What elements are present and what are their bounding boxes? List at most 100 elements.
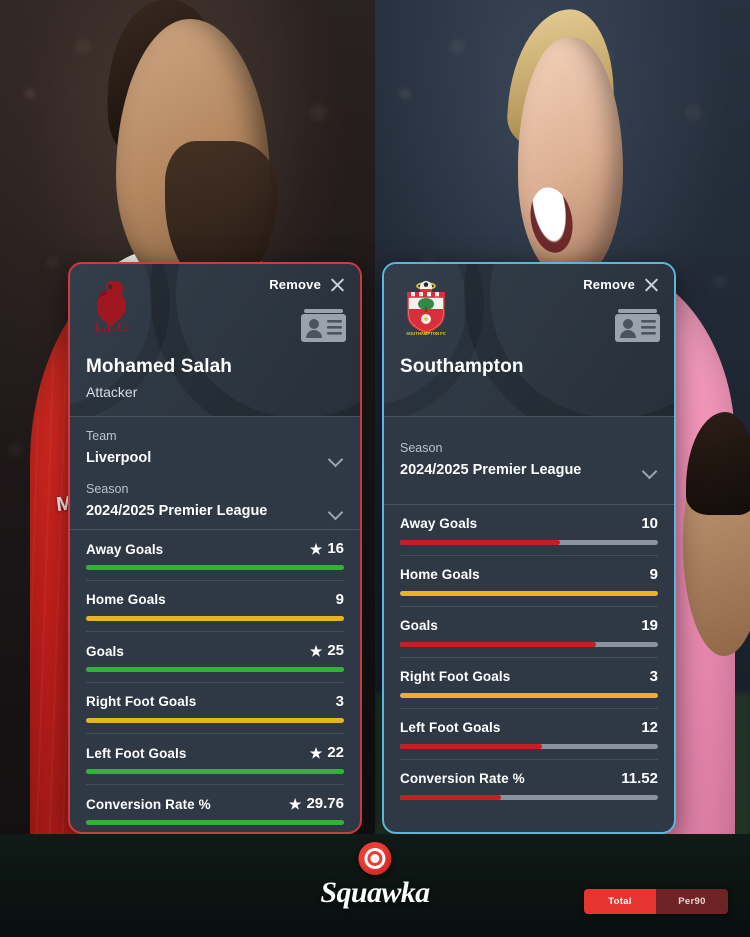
stat-bar-fill (400, 744, 542, 749)
stat-bar-track (86, 616, 344, 621)
stat-value-group: 11.52 (621, 770, 658, 787)
stat-row-header: Left Foot Goals ★ 22 (86, 744, 344, 761)
stat-bar-fill (400, 540, 560, 545)
stat-label: Goals (86, 643, 125, 659)
stat-value-group: 10 (641, 515, 658, 532)
stat-value: 3 (335, 693, 344, 710)
stat-bar-track (400, 795, 658, 800)
id-card-icon[interactable] (615, 308, 660, 342)
select-season[interactable]: Season 2024/2025 Premier League (384, 419, 674, 500)
stat-bar-track (86, 565, 344, 570)
stat-bar-fill (86, 718, 344, 723)
select-team[interactable]: Team Liverpool (70, 419, 360, 472)
stat-label: Conversion Rate % (400, 771, 525, 786)
select-team-label: Team (86, 429, 117, 443)
star-icon: ★ (288, 795, 302, 812)
select-season-label: Season (86, 482, 129, 496)
stat-row: Home Goals 9 (70, 581, 360, 632)
stats-list-left: Away Goals ★ 16 Home Goals 9 Goals ★ 25 Right Fo… (70, 530, 360, 831)
stat-row: Conversion Rate % 11.52 (384, 760, 674, 800)
stat-label: Left Foot Goals (400, 720, 501, 735)
stat-row-header: Conversion Rate % 11.52 (400, 770, 658, 787)
stat-mode-toggle[interactable]: Total Per90 (584, 889, 728, 914)
stat-label: Right Foot Goals (86, 694, 197, 709)
stat-value-group: 3 (336, 693, 344, 710)
stat-label: Home Goals (86, 592, 166, 607)
liverpool-crest: L.F.C. (95, 281, 130, 334)
close-icon[interactable] (643, 276, 660, 293)
stat-bar-fill (400, 693, 658, 698)
remove-control-right[interactable]: Remove (583, 276, 660, 293)
stat-row-header: Conversion Rate % ★ 29.76 (86, 795, 344, 812)
brand-name: Squawka (320, 876, 430, 909)
id-card-icon[interactable] (301, 308, 346, 342)
stat-row-header: Left Foot Goals 12 (400, 719, 658, 736)
stat-row-header: Right Foot Goals 3 (86, 693, 344, 710)
stat-value: 12 (641, 719, 658, 736)
footer: Squawka Total Per90 (0, 834, 750, 937)
crest-text: L.F.C. (95, 319, 130, 334)
select-season-value: 2024/2025 Premier League (400, 462, 582, 478)
stat-bar-track (400, 744, 658, 749)
toggle-option-total[interactable]: Total (584, 889, 656, 914)
chevron-down-icon[interactable] (329, 505, 342, 518)
stat-label: Conversion Rate % (86, 796, 211, 812)
star-icon: ★ (309, 540, 323, 557)
card-title-left: Mohamed Salah (86, 356, 232, 377)
stat-row: Away Goals ★ 16 (70, 530, 360, 581)
stat-row-header: Home Goals 9 (400, 566, 658, 583)
stat-row-header: Away Goals 10 (400, 515, 658, 532)
toggle-option-per90[interactable]: Per90 (656, 889, 728, 914)
stat-value: 3 (649, 668, 658, 685)
stat-bar-track (400, 591, 658, 596)
selectors-left: Team Liverpool Season 2024/2025 Premier … (70, 417, 360, 529)
stat-value: 19 (641, 617, 658, 634)
stat-bar-fill (400, 591, 658, 596)
comparison-card-right: Remove SOUTHAMPTON FC Southampton Season… (382, 262, 676, 834)
stat-bar-track (400, 540, 658, 545)
stat-label: Away Goals (86, 541, 164, 557)
stat-value: 25 (327, 642, 344, 659)
stat-value: 11.52 (621, 770, 658, 787)
remove-control-left[interactable]: Remove (269, 276, 346, 293)
stat-value: 9 (649, 566, 658, 583)
stat-label: Right Foot Goals (400, 669, 511, 684)
stat-row: Goals ★ 25 (70, 632, 360, 683)
stat-bar-fill (86, 667, 344, 672)
selectors-right: Season 2024/2025 Premier League (384, 417, 674, 504)
stat-value-group: 12 (641, 719, 658, 736)
stat-bar-track (86, 820, 344, 825)
stat-label: Left Foot Goals (86, 745, 187, 761)
stat-label: Home Goals (400, 567, 480, 582)
chevron-down-icon[interactable] (329, 452, 342, 465)
chevron-down-icon[interactable] (643, 464, 656, 477)
select-season-label: Season (400, 441, 443, 455)
stat-bar-fill (400, 795, 501, 800)
card-header-left: Remove L.F.C. Mohamed Salah Attacker (70, 264, 360, 416)
stat-row-header: Home Goals 9 (86, 591, 344, 608)
stat-row: Right Foot Goals 3 (70, 683, 360, 734)
close-icon[interactable] (329, 276, 346, 293)
select-team-value-row: Liverpool (86, 450, 344, 466)
stat-row-header: Away Goals ★ 16 (86, 540, 344, 557)
squawka-logo-icon (358, 842, 392, 875)
stat-bar-track (86, 769, 344, 774)
stat-value-group: ★ 22 (310, 744, 344, 761)
stat-row-header: Goals 19 (400, 617, 658, 634)
stat-label: Away Goals (400, 516, 478, 531)
stat-row: Home Goals 9 (384, 556, 674, 607)
card-subtitle-left: Attacker (86, 384, 138, 400)
stat-value-group: ★ 16 (310, 540, 344, 557)
stat-bar-fill (86, 616, 344, 621)
stat-value: 9 (335, 591, 344, 608)
southampton-crest: SOUTHAMPTON FC (406, 281, 446, 336)
stat-bar-fill (86, 565, 344, 570)
select-season[interactable]: Season 2024/2025 Premier League (70, 472, 360, 525)
stat-value-group: 9 (650, 566, 658, 583)
stat-row: Right Foot Goals 3 (384, 658, 674, 709)
stat-bar-track (400, 693, 658, 698)
stat-value: 16 (327, 540, 344, 557)
star-icon: ★ (309, 642, 323, 659)
stat-value-group: 9 (336, 591, 344, 608)
stat-bar-fill (86, 769, 344, 774)
